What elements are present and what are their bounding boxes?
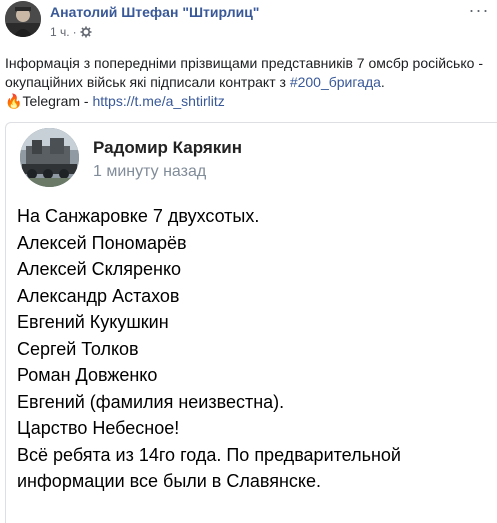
post-meta: 1 ч. · <box>50 25 92 39</box>
post-timestamp[interactable]: 1 ч. <box>50 25 70 39</box>
meta-separator: · <box>72 25 77 39</box>
embedded-screenshot[interactable]: Радомир Карякин 1 минуту назад На Санжар… <box>5 122 497 523</box>
author-avatar[interactable] <box>5 1 41 37</box>
text-line: Царство Небесное! <box>17 418 180 438</box>
more-icon[interactable]: ··· <box>466 1 492 20</box>
embedded-avatar <box>20 128 79 187</box>
embedded-author-name: Радомир Карякин <box>93 138 242 157</box>
telegram-label: Telegram - <box>22 93 93 109</box>
post-body: Інформація з попередніми прізвищами пред… <box>5 54 492 111</box>
post-header: Анатолий Штефан "Штирлиц" 1 ч. · ··· <box>0 0 497 44</box>
text-line: Роман Довженко <box>17 365 158 385</box>
text-line: Александр Астахов <box>17 285 180 306</box>
text-line: Алексей Пономарёв <box>17 232 187 253</box>
text-line: информации все были в Славянске. <box>17 471 322 491</box>
text-line: Евгений (фамилия неизвестна). <box>17 391 285 412</box>
text-line: Евгений Кукушкин <box>17 312 169 332</box>
fire-emoji-icon: 🔥 <box>5 93 23 109</box>
telegram-link[interactable]: https://t.me/a_shtirlitz <box>92 93 224 109</box>
text-line: Алексей Скляренко <box>17 259 182 279</box>
gear-icon[interactable] <box>80 26 92 38</box>
embedded-text: На Санжаровке 7 двухсотых. Алексей Поном… <box>17 203 495 495</box>
text-line: Всё ребята из 14го года. По предваритель… <box>17 444 401 465</box>
text-line: На Санжаровке 7 двухсотых. <box>17 206 260 226</box>
post-text: Інформація з попередніми прізвищами пред… <box>5 55 483 90</box>
author-name[interactable]: Анатолий Штефан "Штирлиц" <box>50 4 259 20</box>
text-line: Сергей Толков <box>17 338 139 359</box>
post-text-end: . <box>380 74 385 90</box>
hashtag-link[interactable]: #200_бригада <box>290 74 381 90</box>
embedded-timestamp: 1 минуту назад <box>93 163 207 180</box>
